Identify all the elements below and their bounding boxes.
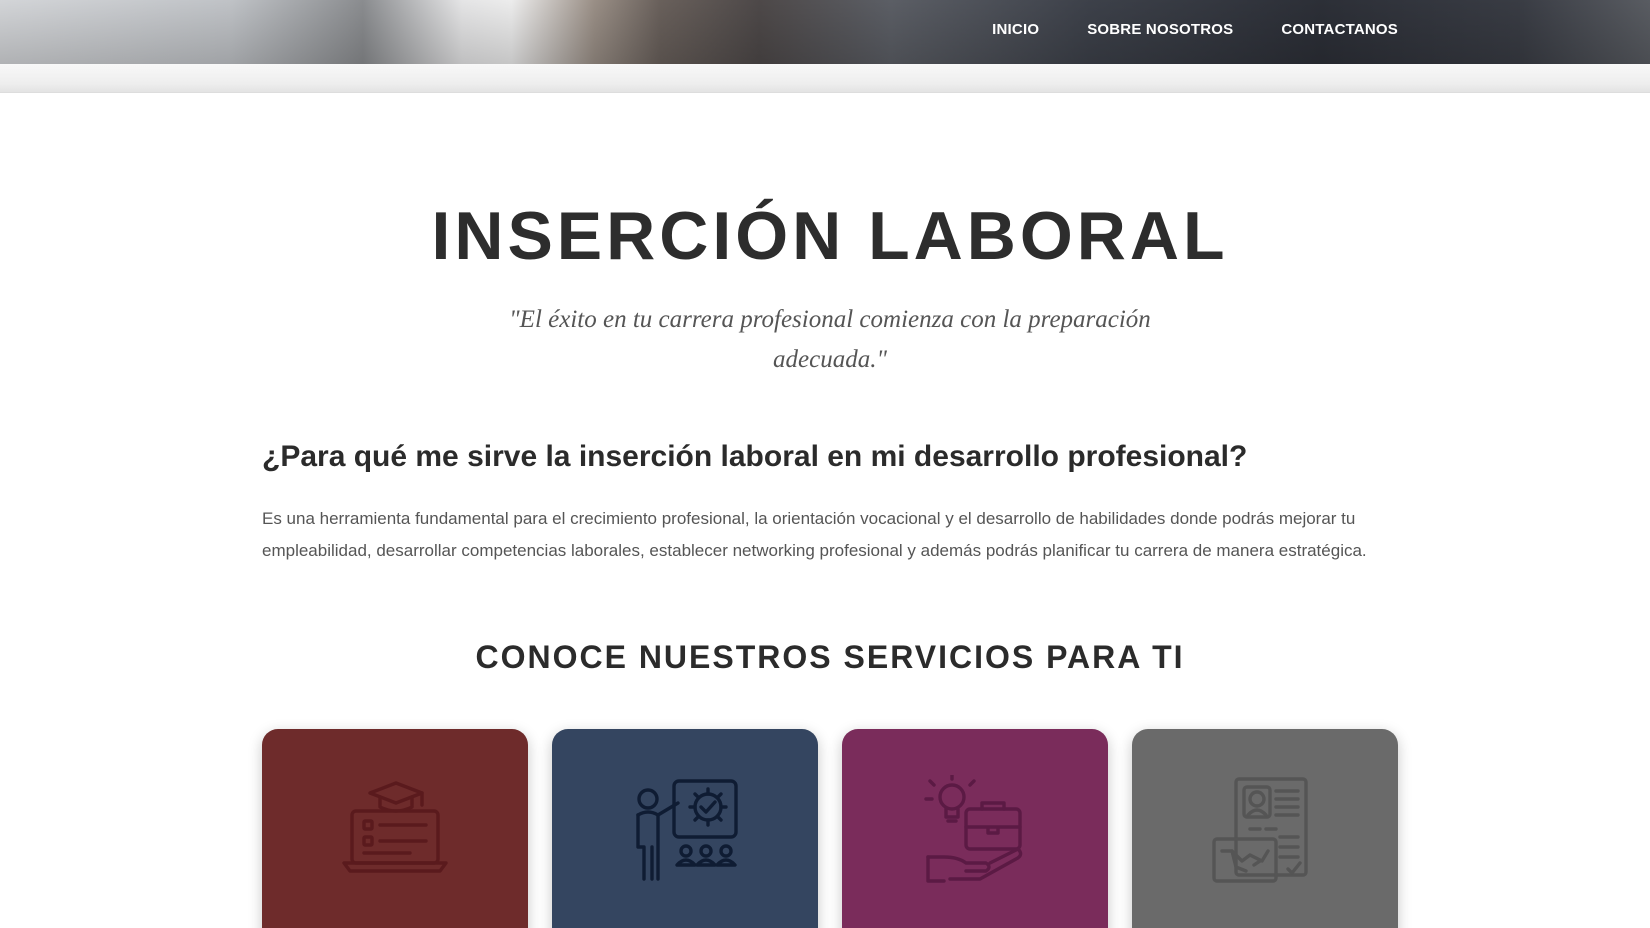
nav-inicio[interactable]: INICIO [992,21,1039,38]
quote-text: "El éxito en tu carrera profesional comi… [509,306,1151,373]
intro-paragraph: Es una herramienta fundamental para el c… [262,509,1367,560]
nav-sobre-nosotros[interactable]: SOBRE NOSOTROS [1087,21,1233,38]
idea-briefcase-hand-icon [924,775,1023,883]
header-shadow-bar [0,64,1650,93]
services-heading: CONOCE NUESTROS SERVICIOS PARA TI [475,639,1185,675]
page-title: INSERCIÓN LABORAL [431,198,1229,274]
service-card-entrepreneurship[interactable] [842,729,1108,928]
header-banner: INICIO SOBRE NOSOTROS CONTACTANOS [0,0,1650,64]
service-card-online-course[interactable] [262,729,528,928]
service-card-training[interactable] [552,729,818,928]
presentation-training-icon [636,779,738,881]
service-card-job-placement[interactable] [1132,729,1398,928]
job-application-handshake-icon [1212,777,1308,883]
section-question: ¿Para qué me sirve la inserción laboral … [262,440,1248,473]
services-cards [262,729,1398,928]
main-nav: INICIO SOBRE NOSOTROS CONTACTANOS [992,0,1398,58]
nav-contactanos[interactable]: CONTACTANOS [1281,21,1398,38]
online-course-laptop-icon [342,781,448,873]
